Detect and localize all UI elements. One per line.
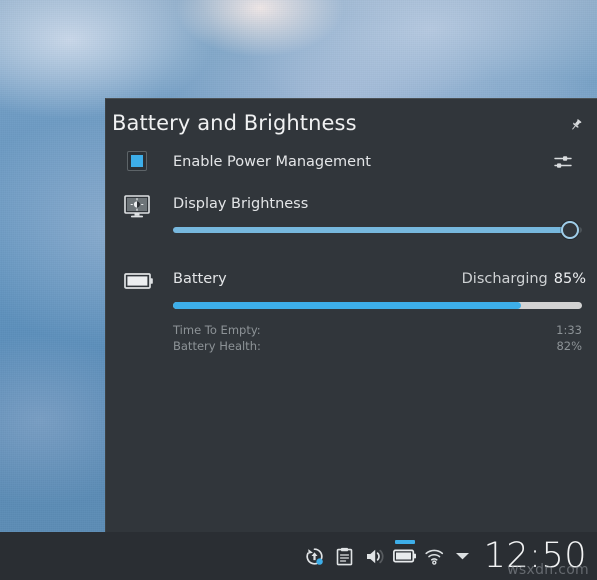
wifi-icon-button[interactable] <box>422 539 448 573</box>
display-brightness-label: Display Brightness <box>173 196 309 212</box>
enable-power-management-label: Enable Power Management <box>173 154 371 170</box>
battery-tray-icon <box>392 549 416 563</box>
configure-sliders-icon <box>554 156 572 168</box>
monitor-brightness-icon-wrap <box>124 195 150 219</box>
volume-icon <box>366 549 384 563</box>
pin-button[interactable] <box>566 115 586 135</box>
monitor-brightness-icon <box>124 195 150 218</box>
clipboard-icon-button[interactable] <box>332 539 358 573</box>
battery-icon-wrap <box>124 271 154 291</box>
battery-percent-text: 85% <box>553 271 586 287</box>
display-brightness-slider-fill <box>173 227 570 233</box>
clipboard-icon <box>336 547 353 565</box>
battery-health-row: Battery Health: 82% <box>173 339 582 353</box>
battery-health-value: 82% <box>556 339 582 353</box>
software-updates-icon <box>306 547 323 565</box>
pin-icon <box>572 119 582 130</box>
wifi-icon <box>425 549 444 565</box>
battery-brightness-popup: Battery and Brightness Enable Power Mana… <box>105 98 597 532</box>
time-to-empty-value: 1:33 <box>556 323 582 337</box>
display-brightness-slider-handle[interactable] <box>560 221 579 239</box>
taskbar: 12:50 <box>0 532 597 580</box>
battery-state-text: Discharging <box>461 271 548 287</box>
configure-button[interactable] <box>553 153 573 171</box>
battery-progress-bar <box>173 302 582 309</box>
enable-power-management-checkbox[interactable] <box>127 151 147 171</box>
software-updates-icon-button[interactable] <box>302 539 328 573</box>
battery-label: Battery <box>173 271 227 287</box>
battery-progress-bar-fill <box>173 302 521 309</box>
tray-expand-button[interactable] <box>452 539 474 573</box>
display-brightness-slider[interactable] <box>173 221 582 239</box>
battery-status: Discharging 85% <box>462 271 586 287</box>
battery-health-key: Battery Health: <box>173 339 261 353</box>
time-to-empty-key: Time To Empty: <box>173 323 261 337</box>
checkbox-checked-icon <box>131 155 143 167</box>
popup-title: Battery and Brightness <box>112 111 357 135</box>
time-to-empty-row: Time To Empty: 1:33 <box>173 323 582 337</box>
desktop: Battery and Brightness Enable Power Mana… <box>0 0 597 580</box>
volume-icon-button[interactable] <box>362 539 388 573</box>
battery-tray-icon-button[interactable] <box>392 539 418 573</box>
clock[interactable]: 12:50 <box>484 538 587 574</box>
battery-icon <box>124 273 153 289</box>
chevron-down-icon <box>456 553 470 560</box>
